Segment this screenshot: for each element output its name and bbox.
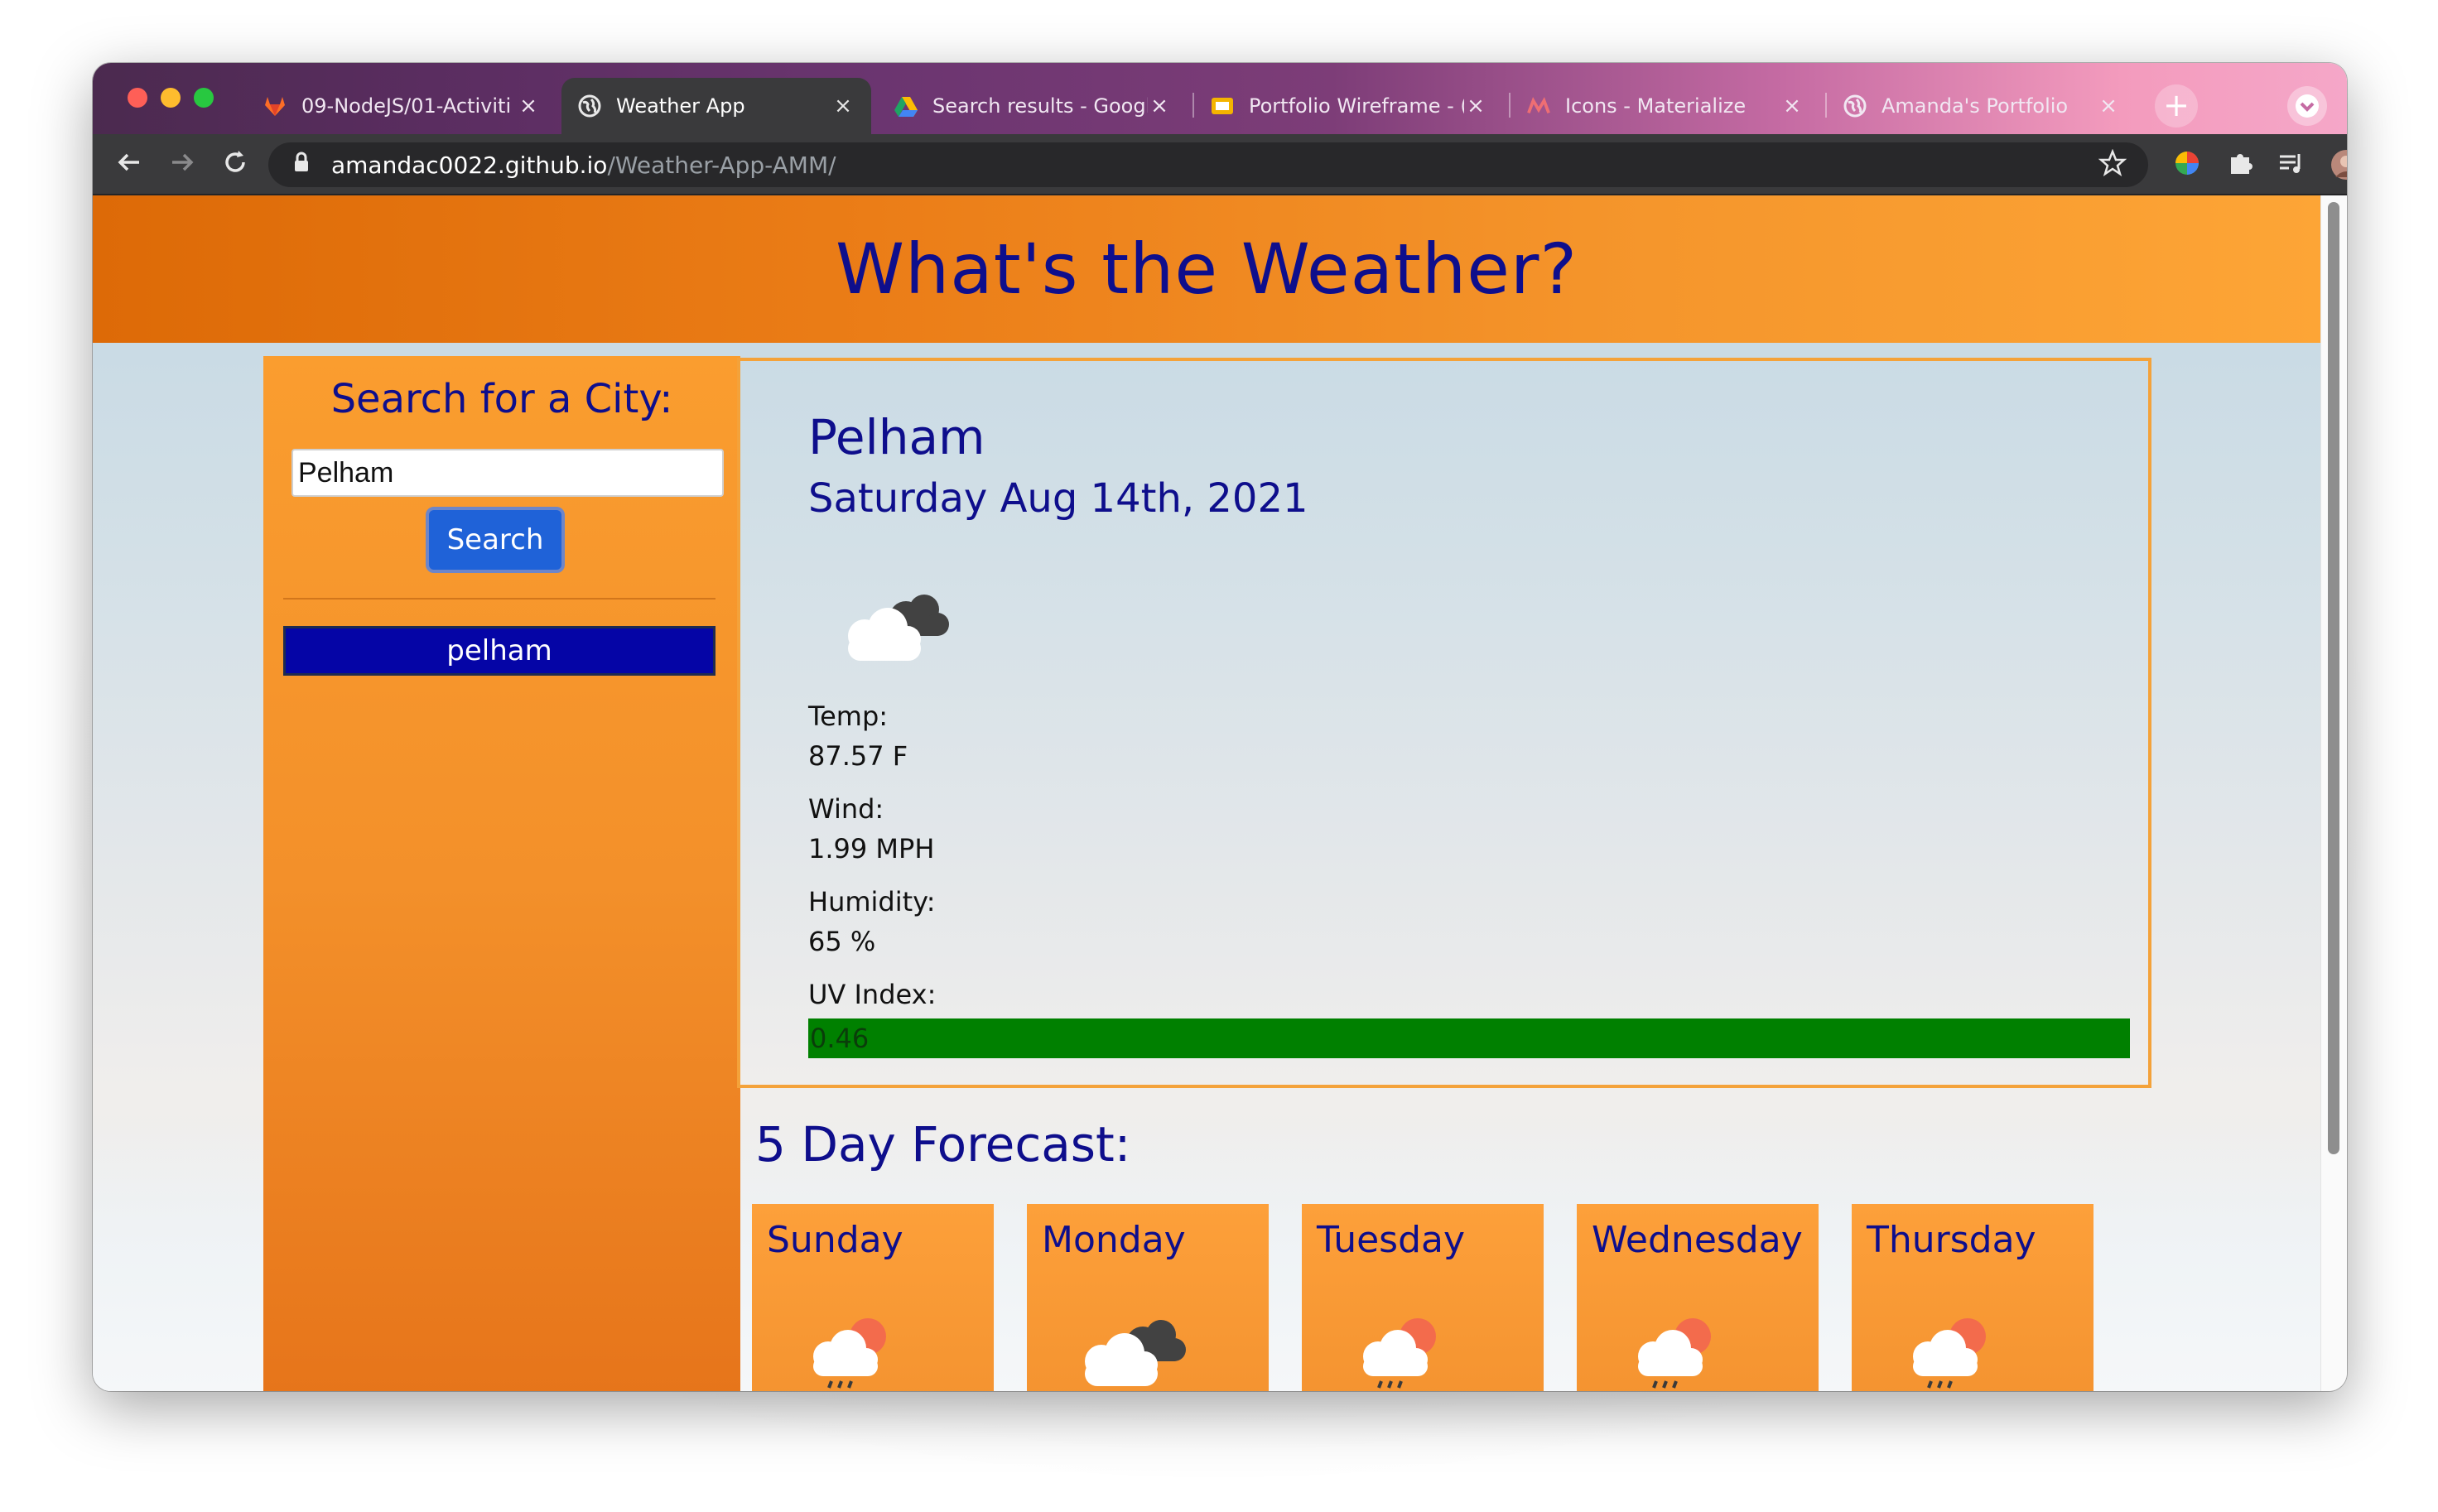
- current-city: Pelham: [808, 409, 985, 465]
- materialize-icon: [1527, 94, 1550, 118]
- forecast-day: Thursday: [1867, 1219, 2036, 1261]
- tab-google-search[interactable]: Search results - Googl ×: [878, 78, 1188, 134]
- tab-title: Portfolio Wireframe - (: [1249, 94, 1464, 118]
- tab-portfolio-wireframe[interactable]: Portfolio Wireframe - ( ×: [1194, 78, 1504, 134]
- address-bar[interactable]: amandac0022.github.io/Weather-App-AMM/: [268, 142, 2148, 187]
- tab-strip: 09-NodeJS/01-Activiti × Weather App × Se…: [93, 63, 2347, 134]
- browser-toolbar: amandac0022.github.io/Weather-App-AMM/: [93, 134, 2347, 195]
- gitlab-icon: [263, 94, 287, 118]
- zoom-window-button[interactable]: [194, 88, 214, 108]
- tab-weather-app[interactable]: Weather App ×: [561, 78, 871, 134]
- tab-title: Search results - Googl: [932, 94, 1148, 118]
- cloudy-icon: [831, 585, 956, 671]
- vertical-scrollbar[interactable]: [2320, 195, 2347, 1391]
- lock-icon: [293, 152, 313, 179]
- forecast-card: Wednesday: [1577, 1204, 1819, 1391]
- current-date: Saturday Aug 14th, 2021: [808, 475, 1308, 522]
- tab-gitlab[interactable]: 09-NodeJS/01-Activiti ×: [247, 78, 556, 134]
- globe-icon: [1843, 94, 1867, 118]
- history-button-pelham[interactable]: pelham: [283, 626, 716, 676]
- rain-sun-icon: [803, 1315, 894, 1391]
- arrow-right-icon: [172, 153, 194, 171]
- new-tab-button[interactable]: +: [2155, 84, 2198, 128]
- color-extension-icon[interactable]: [2173, 149, 2204, 181]
- search-button[interactable]: Search: [426, 507, 565, 573]
- scrollbar-thumb[interactable]: [2328, 202, 2339, 1154]
- humidity-value: 65 %: [808, 926, 876, 957]
- tab-title: Weather App: [616, 94, 745, 118]
- wind-value: 1.99 MPH: [808, 833, 935, 864]
- current-weather-panel: Pelham Saturday Aug 14th, 2021 Temp: 87.…: [737, 358, 2151, 1088]
- reload-icon: [225, 151, 245, 172]
- close-icon[interactable]: ×: [517, 94, 540, 118]
- search-sidebar: Search for a City: Search pelham: [263, 356, 740, 1391]
- forecast-card: Monday: [1027, 1204, 1269, 1391]
- rain-sun-icon: [1628, 1315, 1719, 1391]
- tab-title: Icons - Materialize: [1565, 94, 1747, 118]
- tab-amandas-portfolio[interactable]: Amanda's Portfolio ×: [1827, 78, 2137, 134]
- close-icon[interactable]: ×: [831, 94, 855, 118]
- forward-button[interactable]: [166, 147, 199, 181]
- rain-sun-icon: [1353, 1315, 1444, 1391]
- temp-label: Temp:: [808, 701, 889, 732]
- wind-label: Wind:: [808, 793, 884, 825]
- uv-label: UV Index:: [808, 979, 937, 1010]
- forecast-card: Tuesday: [1302, 1204, 1544, 1391]
- rain-sun-icon: [1903, 1315, 1994, 1391]
- avatar[interactable]: [2330, 149, 2347, 181]
- reload-button[interactable]: [219, 147, 252, 181]
- uv-value: 0.46: [810, 1023, 870, 1054]
- forecast-day: Tuesday: [1317, 1219, 1466, 1261]
- tab-title: 09-NodeJS/01-Activiti: [301, 94, 512, 118]
- bookmark-star-icon[interactable]: [2098, 148, 2127, 185]
- forecast-card: Sunday: [752, 1204, 994, 1391]
- humidity-label: Humidity:: [808, 886, 936, 917]
- forecast-day: Sunday: [767, 1219, 903, 1261]
- url-host: amandac0022.github.io: [331, 151, 608, 179]
- page-title: What's the Weather?: [835, 229, 1578, 310]
- google-slides-icon: [1211, 94, 1234, 118]
- page-header: What's the Weather?: [93, 195, 2320, 343]
- minimize-window-button[interactable]: [161, 88, 181, 108]
- url-path: /Weather-App-AMM/: [607, 151, 836, 179]
- forecast-day: Wednesday: [1592, 1219, 1803, 1261]
- tab-materialize-icons[interactable]: Icons - Materialize ×: [1510, 78, 1820, 134]
- city-search-input[interactable]: [292, 449, 724, 497]
- close-window-button[interactable]: [128, 88, 147, 108]
- divider: [283, 598, 716, 600]
- close-icon[interactable]: ×: [1780, 94, 1804, 118]
- temp-value: 87.57 F: [808, 740, 908, 772]
- media-queue-icon[interactable]: [2277, 149, 2309, 181]
- close-icon[interactable]: ×: [1464, 94, 1487, 118]
- back-button[interactable]: [113, 147, 146, 181]
- page-content: What's the Weather? Search for a City: S…: [93, 195, 2320, 1391]
- close-icon[interactable]: ×: [1148, 94, 1171, 118]
- uv-index-badge: 0.46: [808, 1018, 2130, 1058]
- tab-search-button[interactable]: [2287, 86, 2327, 126]
- forecast-title: 5 Day Forecast:: [755, 1116, 1131, 1173]
- chevron-down-icon: [2296, 94, 2319, 118]
- puzzle-extensions-icon[interactable]: [2226, 149, 2257, 181]
- cloudy-icon: [1068, 1310, 1192, 1391]
- arrow-left-icon: [118, 153, 139, 171]
- globe-icon: [578, 94, 601, 118]
- search-heading: Search for a City:: [330, 376, 673, 422]
- browser-window: 09-NodeJS/01-Activiti × Weather App × Se…: [93, 63, 2347, 1391]
- tab-title: Amanda's Portfolio: [1882, 94, 2069, 118]
- close-icon[interactable]: ×: [2097, 94, 2120, 118]
- google-drive-icon: [894, 94, 918, 118]
- forecast-day: Monday: [1042, 1219, 1186, 1261]
- forecast-card: Thursday: [1852, 1204, 2094, 1391]
